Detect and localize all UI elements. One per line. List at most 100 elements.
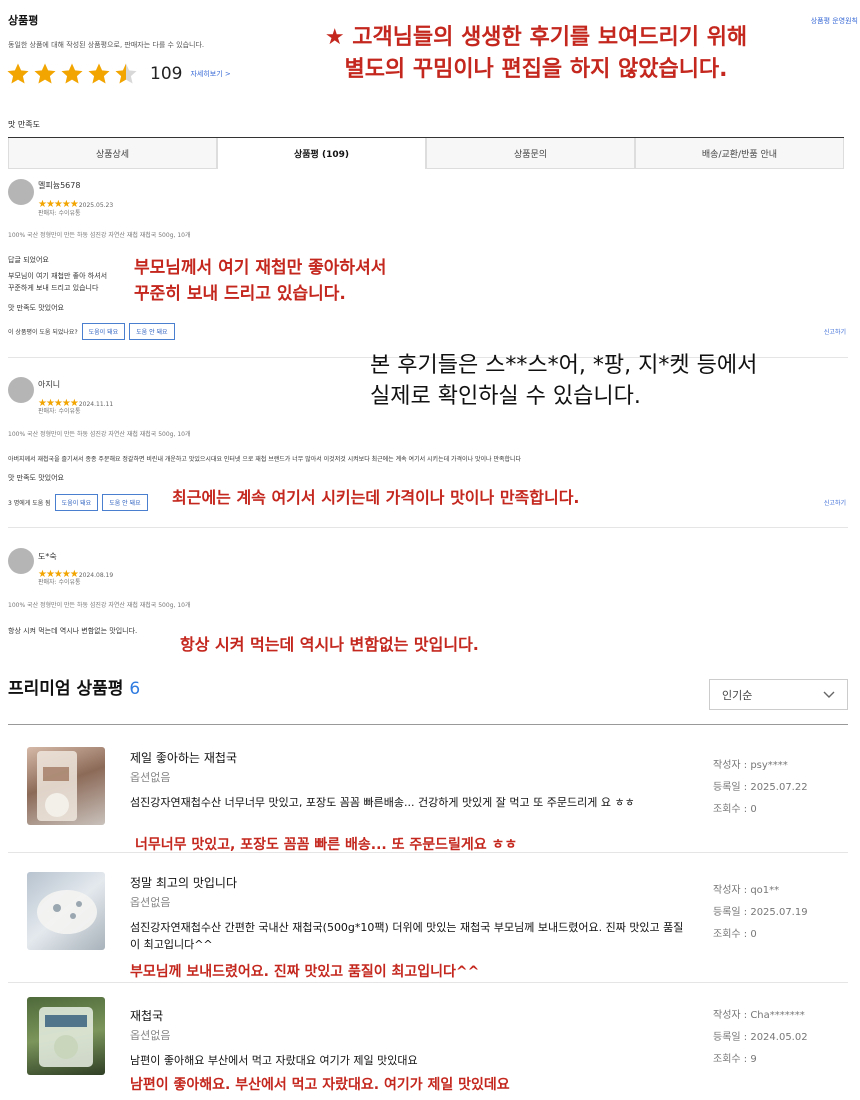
chevron-down-icon [823,691,835,698]
premium-review-meta: 작성자 : qo1** 등록일 : 2025.07.19 조회수 : 0 [713,880,808,946]
review-product: 100% 국산 정형만이 만든 하동 섬진강 자연산 재첩 재첩국 500g, … [8,431,191,438]
avatar [8,179,34,205]
tab-shipping-info[interactable]: 배송/교환/반품 안내 [635,138,844,169]
premium-review-body: 섬진강자연재첩수산 너무너무 맛있고, 포장도 꼼꼼 빠른배송... 건강하게 … [130,796,635,809]
review-text: 아버지께서 재첩국을 즐기셔서 종종 주문해요 정갈하면 비린내 개운하고 맛있… [8,456,522,463]
review-views: 조회수 : 0 [713,804,757,815]
review-seller: 판매자: 수이유통 [38,210,81,217]
notice-banner: ★ 고객님들의 생생한 후기를 보여드리기 위해 별도의 꾸밈이나 편집을 하지… [276,22,796,86]
report-link[interactable]: 신고하기 [824,327,846,336]
source-note-line: 본 후기들은 스**스*어, *팡, 지*켓 등에서 [370,353,758,378]
review-product: 100% 국산 정형만이 만든 하동 섬진강 자연산 재첩 재첩국 500g, … [8,232,191,239]
review-author: 작성자 : qo1** [713,885,780,896]
review-date: 등록일 : 2025.07.19 [713,907,808,918]
review-views: 조회수 : 0 [713,929,757,940]
premium-review-annotation: 부모님께 보내드렸어요. 진짜 맛있고 품질이 최고입니다^^ [130,964,480,980]
review-date: 2024.11.11 [78,401,114,408]
review-annotation-line: 꾸준히 보내 드리고 있습니다. [134,284,346,304]
helpful-question: 이 상품평이 도움 되었나요? [8,329,78,336]
tab-bar: 상품상세 상품평 (109) 상품문의 배송/교환/반품 안내 [8,137,844,169]
review-divider [8,852,848,853]
premium-review-body: 남편이 좋아해요 부산에서 먹고 자랐대요 여기가 제일 맛있대요 [130,1054,418,1067]
helpful-no-button[interactable]: 도움 안 돼요 [129,323,175,340]
premium-review-title[interactable]: 제일 좋아하는 재첩국 [130,749,237,766]
helpful-row: 이 상품평이 도움 되었나요? 도움이 돼요 도움 안 돼요 [8,323,175,340]
review-seller: 판매자: 수이유통 [38,579,81,586]
source-note: 본 후기들은 스**스*어, *팡, 지*켓 등에서 실제로 확인하실 수 있습… [370,350,757,412]
product-photo-icon [37,890,97,934]
review-views: 조회수 : 9 [713,1054,757,1065]
notice-banner-line2: 별도의 꾸밈이나 편집을 하지 않았습니다. [344,57,728,82]
premium-review-annotation: 남편이 좋아해요. 부산에서 먹고 자랐대요. 여기가 제일 맛있데요 [130,1077,510,1093]
premium-reviews-title: 프리미엄 상품평 6 [8,674,140,699]
star-icon [88,63,110,84]
review-annotation: 항상 시켜 먹는데 역시나 변함없는 맛입니다. [180,635,479,654]
review-author: 작성자 : psy**** [713,760,788,771]
sort-select[interactable]: 인기순 [709,679,848,710]
review-count: 109 [150,64,183,84]
premium-review-option: 옵션없음 [130,771,171,784]
review-user: 멜피늄5678 [38,181,81,190]
review-thumbnail[interactable] [27,747,105,825]
tab-product-detail[interactable]: 상품상세 [8,138,217,169]
premium-review-meta: 작성자 : Cha******* 등록일 : 2024.05.02 조회수 : … [713,1005,808,1071]
review-date: 2024.08.19 [78,572,114,579]
tab-reviews[interactable]: 상품평 (109) [217,138,426,169]
review-date: 등록일 : 2025.07.22 [713,782,808,793]
review-text: 꾸준하게 보내 드리고 있습니다 [8,284,99,292]
review-taste: 맛 만족도 맛있어요 [8,474,64,482]
avatar [8,377,34,403]
review-divider [8,527,848,528]
premium-review-option: 옵션없음 [130,1029,171,1042]
review-annotation: 최근에는 계속 여기서 시키는데 가격이나 맛이나 만족합니다. [172,488,580,507]
review-divider [8,982,848,983]
notice-banner-line1: ★ 고객님들의 생생한 후기를 보여드리기 위해 [324,25,748,50]
review-description: 동일한 상품에 대해 작성된 상품평으로, 판매자는 다를 수 있습니다. [8,41,205,49]
report-link[interactable]: 신고하기 [824,498,846,507]
premium-review-title[interactable]: 정말 최고의 맛입니다 [130,874,237,891]
premium-review-option: 옵션없음 [130,896,171,909]
review-user: 아지니 [38,380,61,389]
sort-value: 인기순 [722,688,753,702]
review-product: 100% 국산 정형만이 만든 하동 섬진강 자연산 재첩 재첩국 500g, … [8,602,191,609]
star-icon [7,63,29,84]
page-title: 상품평 [8,14,39,27]
product-photo-icon [39,1007,93,1067]
premium-title-text: 프리미엄 상품평 [8,679,124,699]
helpful-count: 3 명에게 도움 됨 [8,500,51,507]
source-note-line: 실제로 확인하실 수 있습니다. [370,384,641,409]
rating-stars [6,62,138,86]
helpful-row: 3 명에게 도움 됨 도움이 돼요 도움 안 돼요 [8,494,148,511]
review-headline: 답글 되었어요 [8,256,49,264]
review-thumbnail[interactable] [27,997,105,1075]
review-author: 작성자 : Cha******* [713,1010,805,1021]
helpful-no-button[interactable]: 도움 안 돼요 [102,494,148,511]
premium-review-body: 섬진강자연재첩수산 간편한 국내산 재첩국(500g*10팩) 더위에 맛있는 … [130,921,684,951]
view-more-link[interactable]: 자세히보기 > [190,69,230,79]
avatar [8,548,34,574]
review-user: 도*숙 [38,552,57,561]
star-icon [34,63,56,84]
helpful-yes-button[interactable]: 도움이 돼요 [54,494,99,511]
premium-divider [8,724,848,725]
review-policy-link[interactable]: 상품평 운영원칙 [811,16,858,26]
review-date: 등록일 : 2024.05.02 [713,1032,808,1043]
helpful-yes-button[interactable]: 도움이 돼요 [81,323,126,340]
premium-count: 6 [129,679,141,699]
half-star-icon [115,63,137,84]
product-photo-icon [37,751,77,821]
review-text: 항상 시켜 먹는데 역시나 변함없는 맛입니다. [8,627,138,635]
rating-summary: 109 자세히보기 > [6,62,231,86]
taste-satisfaction-label: 맛 만족도 [8,120,40,129]
premium-review-title[interactable]: 재첩국 [130,1007,163,1024]
review-annotation: 부모님께서 여기 재첩만 좋아하셔서 꾸준히 보내 드리고 있습니다. [134,255,386,307]
review-date: 2025.05.23 [78,202,114,209]
review-annotation-line: 부모님께서 여기 재첩만 좋아하셔서 [134,258,387,278]
tab-inquiry[interactable]: 상품문의 [426,138,635,169]
review-seller: 판매자: 수이유통 [38,408,81,415]
review-text: 부모님이 여기 재첩만 좋아 하셔서 [8,272,108,280]
review-thumbnail[interactable] [27,872,105,950]
review-taste: 맛 만족도 맛있어요 [8,304,64,312]
premium-review-annotation: 너무너무 맛있고, 포장도 꼼꼼 빠른 배송... 또 주문드릴게요 ㅎㅎ [135,837,518,853]
star-icon [61,63,83,84]
